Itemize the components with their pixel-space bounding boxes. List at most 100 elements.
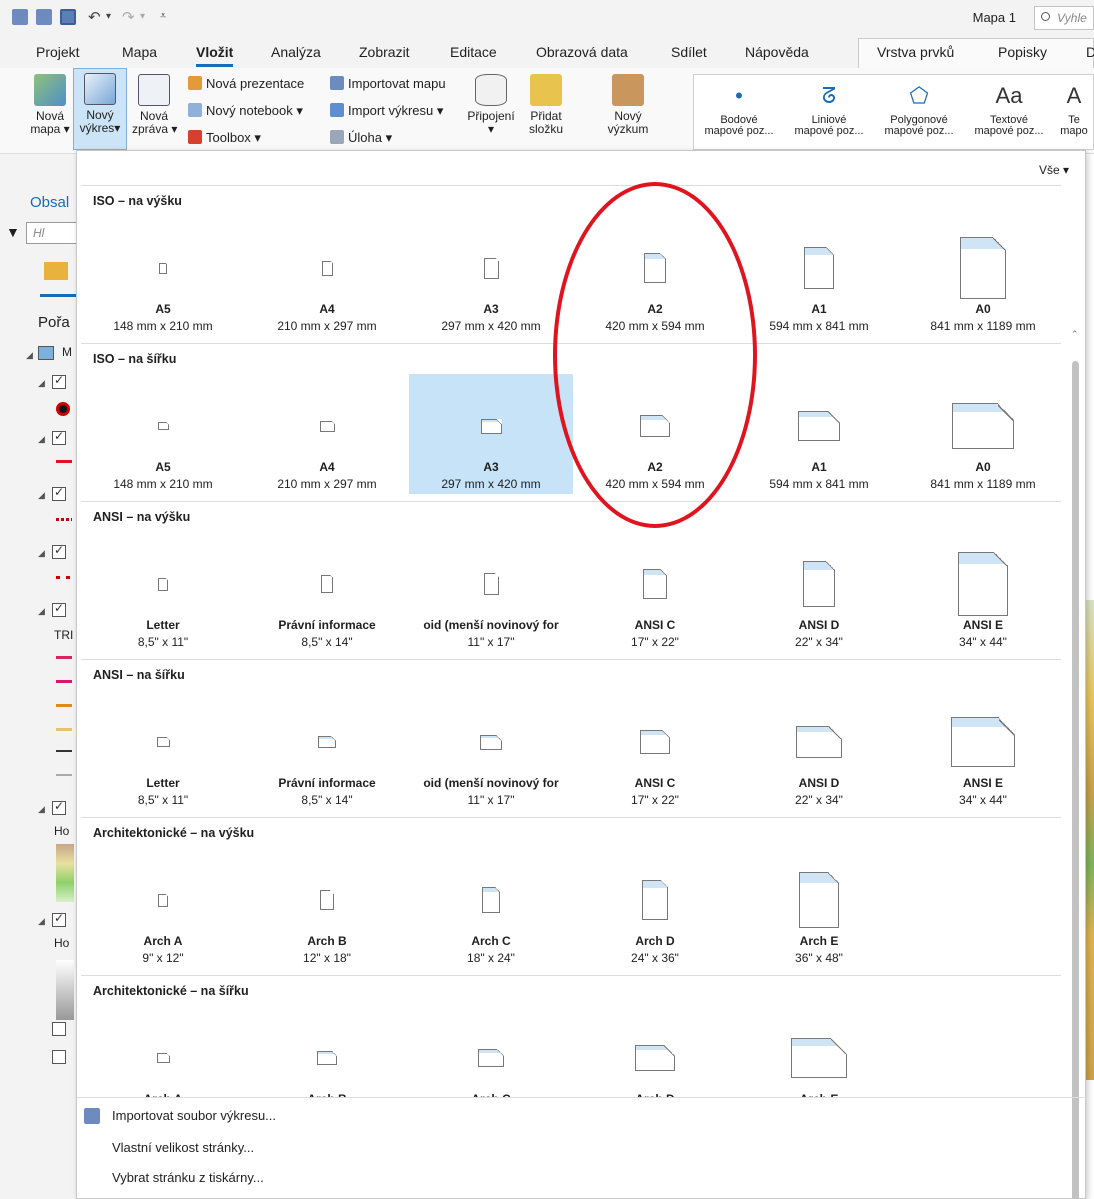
expand-layer-4-icon[interactable]: ◢ bbox=[38, 548, 45, 559]
new-map-button[interactable]: Nová mapa ▾ bbox=[30, 70, 70, 150]
text-map-note-2-button[interactable]: A Te mapo bbox=[1054, 75, 1094, 137]
expand-map-icon[interactable]: ◢ bbox=[26, 350, 33, 361]
tab-obrazova-data[interactable]: Obrazová data bbox=[536, 44, 628, 60]
new-presentation-button[interactable]: Nová prezentace bbox=[188, 76, 304, 91]
contents-filter-input[interactable]: Hl bbox=[26, 222, 80, 244]
page-size-option[interactable]: Arch C bbox=[409, 1006, 573, 1097]
expand-layer-5-icon[interactable]: ◢ bbox=[38, 606, 45, 617]
polygon-map-note-button[interactable]: ⬠ Polygonové mapové poz... bbox=[874, 75, 964, 137]
page-size-option[interactable]: Arch A 9" x 12" bbox=[81, 848, 245, 968]
import-layout-button[interactable]: Import výkresu ▾ bbox=[330, 103, 443, 119]
tab-napoveda[interactable]: Nápověda bbox=[745, 44, 809, 60]
page-size-option[interactable]: A3 297 mm x 420 mm bbox=[409, 216, 573, 336]
page-size-option[interactable]: Arch C 18" x 24" bbox=[409, 848, 573, 968]
layer-7-checkbox[interactable] bbox=[52, 911, 66, 927]
tab-analyza[interactable]: Analýza bbox=[271, 44, 321, 60]
save-icon[interactable] bbox=[60, 9, 76, 25]
page-size-option[interactable]: Arch A bbox=[81, 1006, 245, 1097]
layer-6-checkbox[interactable] bbox=[52, 799, 66, 815]
page-size-option[interactable]: A1 594 mm x 841 mm bbox=[737, 374, 901, 494]
expand-layer-6-icon[interactable]: ◢ bbox=[38, 804, 45, 815]
point-map-note-button[interactable]: • Bodové mapové poz... bbox=[694, 75, 784, 137]
line-map-note-button[interactable]: ᘔ Liniové mapové poz... bbox=[784, 75, 874, 137]
page-size-option[interactable]: Arch E bbox=[737, 1006, 901, 1097]
tab-zobrazit[interactable]: Zobrazit bbox=[359, 44, 410, 60]
scroll-up-icon[interactable]: ⌃ bbox=[1071, 329, 1079, 340]
customize-toolbar-icon[interactable]: ⩡ bbox=[160, 10, 166, 23]
page-size-option[interactable]: oid (menší novinový for 11" x 17" bbox=[409, 532, 573, 652]
page-size-option[interactable]: Právní informace 8,5" x 14" bbox=[245, 690, 409, 810]
tab-vrstva-prvku[interactable]: Vrstva prvků bbox=[877, 44, 954, 60]
page-size-option[interactable]: ANSI C 17" x 22" bbox=[573, 690, 737, 810]
layer-3-checkbox[interactable] bbox=[52, 485, 66, 501]
layer-8-checkbox[interactable] bbox=[52, 1022, 66, 1036]
page-size-option[interactable]: A0 841 mm x 1189 mm bbox=[901, 216, 1061, 336]
page-size-option[interactable]: Arch B 12" x 18" bbox=[245, 848, 409, 968]
printer-page-item[interactable]: Vybrat stránku z tiskárny... bbox=[112, 1170, 264, 1185]
connect-button[interactable]: Připojení ▾ bbox=[462, 70, 520, 150]
page-size-option[interactable]: A3 297 mm x 420 mm bbox=[409, 374, 573, 494]
toolbox-button[interactable]: Toolbox ▾ bbox=[188, 130, 261, 146]
new-report-button[interactable]: Nová zpráva ▾ bbox=[132, 70, 177, 150]
filter-icon[interactable]: ▼ bbox=[6, 224, 20, 240]
new-notebook-button[interactable]: Nový notebook ▾ bbox=[188, 103, 303, 119]
redo-dropdown-icon[interactable]: ▾ bbox=[140, 11, 145, 22]
add-folder-button[interactable]: Přidat složku bbox=[524, 70, 568, 150]
scroll-thumb[interactable] bbox=[1072, 361, 1079, 1199]
tab-vlozit[interactable]: Vložit bbox=[196, 44, 234, 67]
tab-projekt[interactable]: Projekt bbox=[36, 44, 80, 60]
page-size-option[interactable]: ANSI D 22" x 34" bbox=[737, 690, 901, 810]
layer-5-checkbox[interactable] bbox=[52, 601, 66, 617]
layer-2-checkbox[interactable] bbox=[52, 429, 66, 445]
gallery-scrollbar[interactable]: ⌃ ⌄ bbox=[1071, 329, 1079, 1199]
page-size-option[interactable]: ANSI D 22" x 34" bbox=[737, 532, 901, 652]
new-layout-button[interactable]: Nový výkres▾ bbox=[73, 68, 127, 150]
custom-page-size-item[interactable]: Vlastní velikost stránky... bbox=[112, 1140, 254, 1155]
page-size-option[interactable]: A5 148 mm x 210 mm bbox=[81, 216, 245, 336]
import-map-button[interactable]: Importovat mapu bbox=[330, 76, 446, 91]
line-symbol-red bbox=[56, 460, 72, 463]
import-layout-file-item[interactable]: Importovat soubor výkresu... bbox=[84, 1108, 276, 1124]
undo-icon[interactable]: ↶ bbox=[88, 8, 101, 26]
page-size-option[interactable]: A1 594 mm x 841 mm bbox=[737, 216, 901, 336]
map-layer-label: M bbox=[62, 345, 72, 359]
page-size-option[interactable]: ANSI E 34" x 44" bbox=[901, 690, 1061, 810]
tab-mapa[interactable]: Mapa bbox=[122, 44, 157, 60]
redo-icon[interactable]: ↷ bbox=[122, 8, 135, 26]
expand-layer-3-icon[interactable]: ◢ bbox=[38, 490, 45, 501]
page-size-option[interactable]: Letter 8,5" x 11" bbox=[81, 690, 245, 810]
expand-layer-2-icon[interactable]: ◢ bbox=[38, 434, 45, 445]
page-size-option[interactable]: Arch D bbox=[573, 1006, 737, 1097]
tab-editace[interactable]: Editace bbox=[450, 44, 497, 60]
new-project-icon[interactable] bbox=[12, 9, 28, 25]
page-size-option[interactable]: ANSI E 34" x 44" bbox=[901, 532, 1061, 652]
undo-dropdown-icon[interactable]: ▾ bbox=[106, 11, 111, 22]
page-size-option[interactable]: Arch B bbox=[245, 1006, 409, 1097]
layer-1-checkbox[interactable] bbox=[52, 373, 66, 389]
draw-order-icon[interactable] bbox=[44, 262, 68, 280]
page-size-option[interactable]: ANSI C 17" x 22" bbox=[573, 532, 737, 652]
task-button[interactable]: Úloha ▾ bbox=[330, 130, 392, 146]
command-search-input[interactable]: Vyhle bbox=[1034, 6, 1094, 30]
page-size-option[interactable]: oid (menší novinový for 11" x 17" bbox=[409, 690, 573, 810]
expand-layer-7-icon[interactable]: ◢ bbox=[38, 916, 45, 927]
page-size-option[interactable]: A4 210 mm x 297 mm bbox=[245, 216, 409, 336]
page-size-option[interactable]: Letter 8,5" x 11" bbox=[81, 532, 245, 652]
expand-layer-1-icon[interactable]: ◢ bbox=[38, 378, 45, 389]
tab-sdilet[interactable]: Sdílet bbox=[671, 44, 707, 60]
category-filter-dropdown[interactable]: Vše ▾ bbox=[1039, 163, 1069, 177]
layer-4-checkbox[interactable] bbox=[52, 543, 66, 559]
open-project-icon[interactable] bbox=[36, 9, 52, 25]
page-size-option[interactable]: A4 210 mm x 297 mm bbox=[245, 374, 409, 494]
new-research-button[interactable]: Nový výzkum bbox=[600, 70, 656, 150]
tab-popisky[interactable]: Popisky bbox=[998, 44, 1047, 60]
page-size-option[interactable]: Arch D 24" x 36" bbox=[573, 848, 737, 968]
page-size-option[interactable]: A5 148 mm x 210 mm bbox=[81, 374, 245, 494]
page-size-name: ANSI D bbox=[798, 776, 840, 790]
text-map-note-button[interactable]: Aa Textové mapové poz... bbox=[964, 75, 1054, 137]
page-size-option[interactable]: Právní informace 8,5" x 14" bbox=[245, 532, 409, 652]
page-size-option[interactable]: A0 841 mm x 1189 mm bbox=[901, 374, 1061, 494]
layer-9-checkbox[interactable] bbox=[52, 1050, 66, 1064]
tab-d[interactable]: D bbox=[1086, 44, 1094, 60]
page-size-option[interactable]: Arch E 36" x 48" bbox=[737, 848, 901, 968]
